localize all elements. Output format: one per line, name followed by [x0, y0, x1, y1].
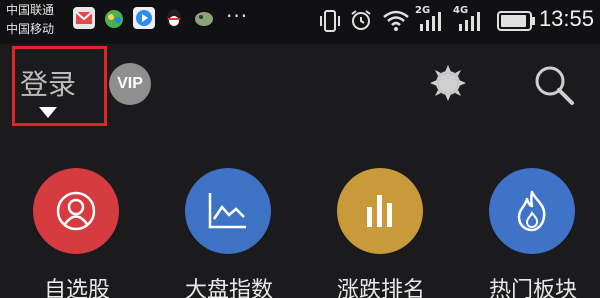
app-icon — [193, 7, 215, 29]
bar-chart-icon — [367, 195, 392, 227]
mail-icon — [73, 7, 95, 29]
battery-icon — [497, 10, 537, 36]
menu-label-ranking: 涨跌排名 — [336, 278, 425, 298]
login-button[interactable]: 登录 — [12, 46, 107, 126]
line-chart-icon — [208, 193, 246, 229]
video-icon — [133, 7, 155, 29]
carrier-name-2: 中国移动 — [6, 22, 55, 36]
menu-label-hot-sectors: 热门板块 — [488, 278, 577, 298]
carrier-name-1: 中国联通 — [6, 3, 55, 17]
signal-icon-1 — [418, 12, 442, 36]
vibrate-icon — [318, 9, 342, 37]
menu-item-watchlist[interactable]: 自选股 — [7, 168, 147, 298]
theme-toggle-icon[interactable] — [428, 63, 468, 103]
user-circle-icon — [56, 191, 96, 231]
search-icon[interactable] — [532, 63, 576, 107]
menu-label-market-index: 大盘指数 — [184, 278, 273, 298]
clock: 13:55 — [538, 6, 594, 31]
caret-down-icon — [39, 107, 57, 118]
menu-circle-ranking — [337, 168, 423, 254]
menu-label-watchlist: 自选股 — [43, 278, 110, 298]
more-notifications-icon: ··· — [226, 4, 249, 28]
menu-circle-hot-sectors — [489, 168, 575, 254]
vip-button[interactable]: VIP — [109, 63, 151, 105]
menu-item-hot-sectors[interactable]: 热门板块 — [463, 168, 600, 298]
game-icon — [103, 7, 125, 29]
status-bar: 中国联通 中国移动 ··· 2G 4G 13:55 — [0, 0, 600, 44]
menu-circle-watchlist — [33, 168, 119, 254]
menu-item-market-index[interactable]: 大盘指数 — [159, 168, 299, 298]
menu-circle-market-index — [185, 168, 271, 254]
wifi-icon — [382, 8, 410, 36]
alarm-icon — [349, 8, 373, 36]
login-label: 登录 — [20, 68, 77, 101]
signal-icon-2 — [457, 12, 481, 36]
menu-item-ranking[interactable]: 涨跌排名 — [311, 168, 451, 298]
flame-icon — [517, 190, 546, 232]
qq-icon — [163, 7, 185, 29]
